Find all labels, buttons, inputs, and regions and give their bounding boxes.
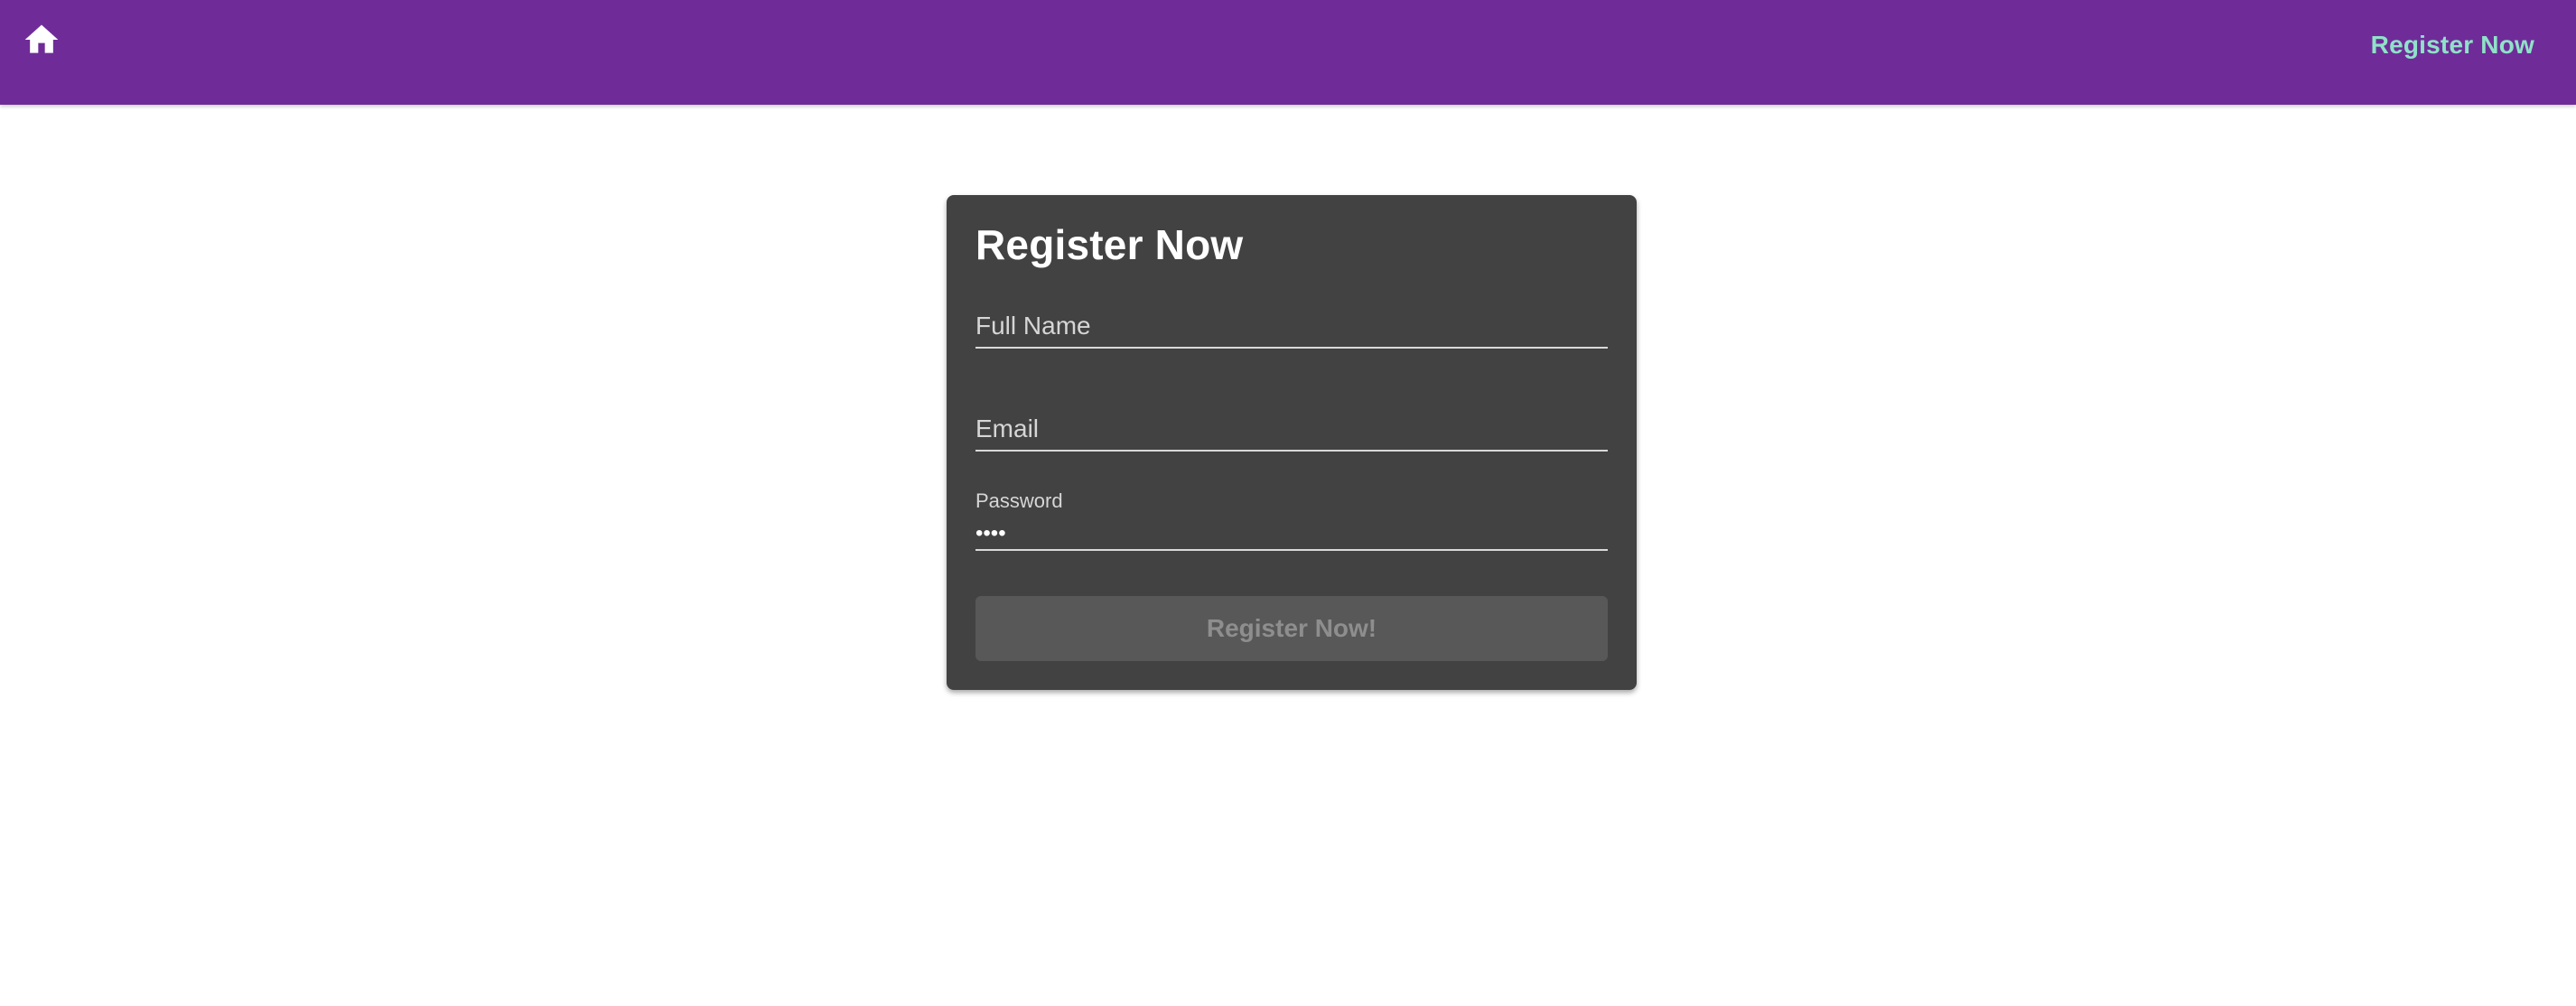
full-name-field (975, 298, 1608, 349)
password-input[interactable] (975, 520, 1608, 547)
email-underline (975, 450, 1608, 452)
password-underline (975, 549, 1608, 551)
home-button[interactable] (22, 20, 61, 60)
register-now-link[interactable]: Register Now (2371, 31, 2534, 60)
full-name-underline (975, 347, 1608, 349)
register-card: Register Now Password Register Now! (947, 195, 1637, 690)
password-field: Password (975, 489, 1608, 553)
card-title: Register Now (975, 221, 1244, 268)
email-field (975, 401, 1608, 452)
email-input[interactable] (975, 414, 1608, 444)
top-app-bar: Register Now (0, 0, 2576, 105)
home-icon (22, 20, 61, 60)
register-submit-button[interactable]: Register Now! (975, 596, 1608, 661)
full-name-input[interactable] (975, 311, 1608, 341)
password-label: Password (975, 489, 1063, 512)
